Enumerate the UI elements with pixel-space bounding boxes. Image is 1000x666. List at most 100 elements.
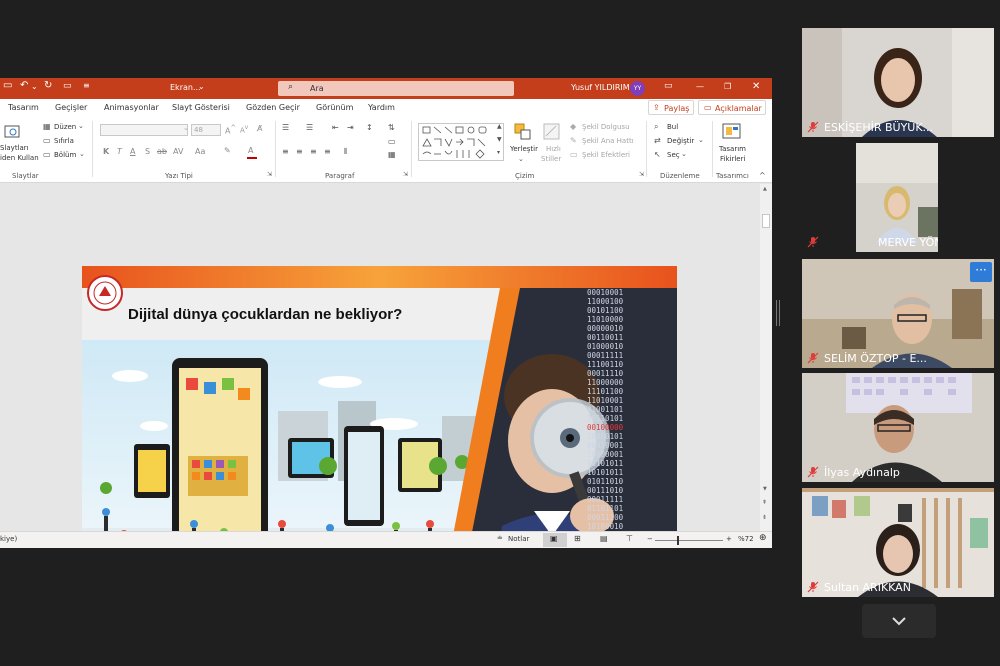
share-button[interactable]: ⇪ Paylaş: [648, 100, 694, 115]
scroll-down-icon[interactable]: ▼: [763, 486, 767, 492]
align-right-icon[interactable]: ≡: [310, 147, 317, 156]
columns-icon[interactable]: ⫴: [344, 147, 347, 157]
participant-tile-4[interactable]: İlyas Aydınalp: [802, 373, 994, 482]
comments-button[interactable]: ▭ Açıklamalar: [698, 100, 766, 115]
reading-view-icon[interactable]: ▤: [600, 534, 608, 543]
layout-dropdown-icon[interactable]: ⌄: [78, 122, 84, 130]
align-left-icon[interactable]: ≡: [282, 147, 289, 156]
paragraph-dialog-launcher-icon[interactable]: ⇲: [403, 171, 408, 178]
slide-editing-area[interactable]: 00010001 11000100 00101100 11010000 00000010…: [0, 183, 772, 548]
tab-slayt-gosterisi[interactable]: Slayt Gösterisi: [172, 103, 230, 112]
shapes-gallery[interactable]: [418, 123, 504, 161]
language-status[interactable]: kiye): [0, 535, 17, 543]
quick-styles-label-2[interactable]: Stiller: [541, 155, 561, 163]
character-spacing-icon[interactable]: AV: [173, 147, 183, 156]
shape-effects-button[interactable]: Şekil Efektleri: [582, 151, 630, 159]
redo-icon[interactable]: ↻: [44, 80, 52, 91]
align-text-icon[interactable]: ▭: [388, 137, 396, 146]
slide[interactable]: 00010001 11000100 00101100 11010000 00000010…: [82, 266, 677, 548]
font-family-dropdown-icon[interactable]: ⌄: [183, 124, 189, 132]
user-name[interactable]: Yusuf YILDIRIM: [571, 83, 630, 92]
participant-tile-3[interactable]: SELİM ÖZTOP - E...: [802, 259, 994, 368]
bold-icon[interactable]: K: [103, 147, 109, 156]
customize-toolbar-icon[interactable]: ≡: [83, 81, 90, 90]
avatar[interactable]: YY: [630, 81, 645, 96]
zoom-slider-thumb[interactable]: [677, 536, 679, 545]
zoom-level[interactable]: %72: [738, 535, 754, 543]
tab-yardim[interactable]: Yardım: [368, 103, 395, 112]
tab-animasyonlar[interactable]: Animasyonlar: [104, 103, 159, 112]
change-case-icon[interactable]: Aa: [195, 147, 205, 156]
decrease-indent-icon[interactable]: ⇤: [332, 123, 339, 132]
tab-gorunum[interactable]: Görünüm: [316, 103, 353, 112]
arrange-dropdown-icon[interactable]: ⌄: [518, 155, 524, 163]
layout-button[interactable]: Düzen: [54, 123, 76, 131]
text-direction-icon[interactable]: ⇅: [388, 123, 395, 132]
next-slide-icon[interactable]: ⇟: [762, 514, 767, 521]
reuse-slides-label-1[interactable]: Slaytları: [0, 144, 29, 152]
design-ideas-icon[interactable]: [722, 123, 742, 141]
zoom-in-icon[interactable]: +: [726, 535, 732, 543]
select-button[interactable]: Seç: [667, 151, 680, 159]
collapse-ribbon-icon[interactable]: ^: [759, 171, 766, 180]
quick-styles-label-1[interactable]: Hızlı: [546, 145, 561, 153]
undo-dropdown-icon[interactable]: ⌄: [31, 82, 38, 91]
find-button[interactable]: Bul: [667, 123, 678, 131]
scroll-up-icon[interactable]: ▲: [763, 186, 767, 192]
zoom-out-icon[interactable]: −: [647, 535, 653, 543]
numbering-icon[interactable]: ☰: [306, 123, 313, 132]
quick-styles-icon[interactable]: [543, 123, 561, 141]
participant-tile-1[interactable]: ESKİŞEHİR BÜYÜK...: [802, 28, 994, 137]
replace-button[interactable]: Değiştir: [667, 137, 694, 145]
participant-tile-5[interactable]: Sultan ARIKKAN: [802, 488, 994, 597]
bullets-icon[interactable]: ☰: [282, 123, 289, 132]
restore-icon[interactable]: ❐: [724, 82, 731, 91]
participant-more-options-button[interactable]: ···: [970, 262, 992, 282]
save-icon[interactable]: ▭: [3, 80, 12, 91]
shape-fill-button[interactable]: Şekil Dolgusu: [582, 123, 630, 131]
smartart-icon[interactable]: ▦: [388, 150, 396, 159]
shape-outline-button[interactable]: Şekil Ana Hattı: [582, 137, 634, 145]
strikethrough-icon[interactable]: ab: [157, 147, 167, 156]
decrease-font-icon[interactable]: Av: [240, 125, 248, 134]
tab-gecisler[interactable]: Geçişler: [55, 103, 87, 112]
font-color-icon[interactable]: A: [248, 146, 253, 155]
font-dialog-launcher-icon[interactable]: ⇲: [267, 171, 272, 178]
shapes-more-icon[interactable]: ▾: [497, 149, 500, 156]
section-dropdown-icon[interactable]: ⌄: [79, 150, 85, 158]
underline-icon[interactable]: A: [130, 147, 135, 156]
design-ideas-label-1[interactable]: Tasarım: [719, 145, 746, 153]
undo-icon[interactable]: ↶: [20, 80, 28, 91]
justify-icon[interactable]: ≡: [324, 147, 331, 156]
drawing-dialog-launcher-icon[interactable]: ⇲: [639, 171, 644, 178]
search-box[interactable]: ⌕ Ara: [278, 81, 514, 96]
close-icon[interactable]: ✕: [752, 81, 760, 92]
increase-indent-icon[interactable]: ⇥: [347, 123, 354, 132]
arrange-button[interactable]: Yerleştir: [510, 145, 538, 153]
start-slideshow-icon[interactable]: ▭: [63, 81, 72, 91]
section-button[interactable]: Bölüm: [54, 151, 76, 159]
tab-tasarim[interactable]: Tasarım: [8, 103, 39, 112]
font-family-select[interactable]: [100, 124, 188, 136]
file-name-dropdown-icon[interactable]: ⌄: [198, 82, 205, 91]
minimize-icon[interactable]: —: [696, 82, 704, 91]
slide-title[interactable]: Dijital dünya çocuklardan ne bekliyor?: [128, 306, 402, 323]
tab-gozden-gecir[interactable]: Gözden Geçir: [246, 103, 300, 112]
arrange-icon[interactable]: [514, 123, 532, 141]
vertical-scrollbar[interactable]: ▲ ▼ ⇞ ⇟: [760, 184, 772, 531]
select-dropdown-icon[interactable]: ⌄: [681, 150, 687, 158]
participant-tile-2[interactable]: MERVE YÖNLÜER: [856, 143, 938, 252]
replace-dropdown-icon[interactable]: ⌄: [698, 136, 704, 144]
zoom-slider[interactable]: [655, 540, 723, 541]
slide-sorter-icon[interactable]: ⊞: [574, 534, 581, 543]
slideshow-view-icon[interactable]: ⊤: [626, 534, 633, 543]
ribbon-display-icon[interactable]: ▭: [664, 81, 673, 91]
highlight-icon[interactable]: ✎: [224, 146, 231, 155]
clear-formatting-icon[interactable]: A̸: [257, 124, 262, 133]
panel-resize-handle[interactable]: [776, 300, 780, 326]
previous-slide-icon[interactable]: ⇞: [762, 499, 767, 506]
notes-button[interactable]: Notlar: [508, 535, 529, 543]
line-spacing-icon[interactable]: ↕: [366, 123, 373, 132]
shapes-scroll-down-icon[interactable]: ▼: [497, 136, 502, 143]
shadow-icon[interactable]: S: [145, 147, 150, 156]
